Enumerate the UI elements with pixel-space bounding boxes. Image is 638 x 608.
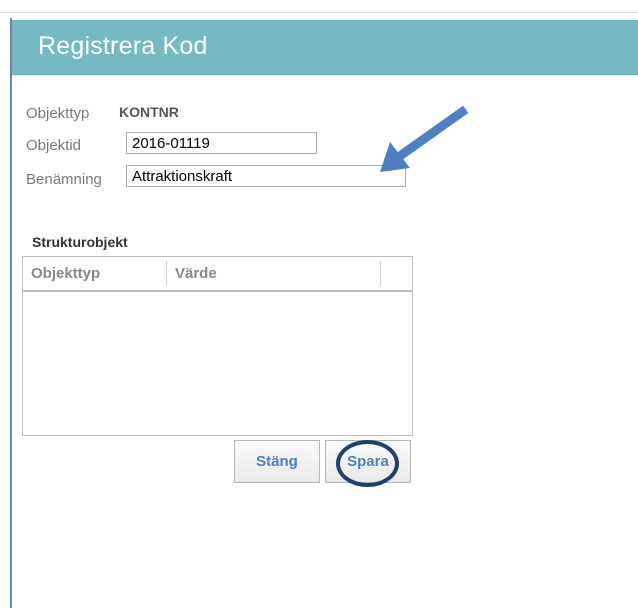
objekttyp-label: Objekttyp (26, 105, 90, 122)
grid-header: Objekttyp Värde (23, 257, 412, 292)
strukturobjekt-grid: Objekttyp Värde (22, 256, 413, 436)
column-header-varde[interactable]: Värde (167, 257, 380, 290)
column-header-objekttyp[interactable]: Objekttyp (23, 257, 166, 290)
objekttyp-value: KONTNR (119, 104, 179, 120)
registrera-kod-dialog: Registrera Kod Objekttyp KONTNR Objektid… (12, 20, 638, 608)
benamning-label: Benämning (26, 171, 102, 188)
close-button[interactable]: Stäng (234, 440, 320, 483)
dialog-title: Registrera Kod (38, 32, 208, 60)
save-button[interactable]: Spara (325, 440, 411, 483)
objektid-label: Objektid (26, 137, 82, 154)
objektid-field[interactable] (126, 132, 317, 154)
strukturobjekt-title: Strukturobjekt (32, 234, 128, 250)
column-separator (380, 261, 381, 286)
benamning-field[interactable] (126, 165, 406, 187)
dialog-titlebar: Registrera Kod (12, 20, 638, 75)
grid-body[interactable] (23, 292, 412, 435)
top-divider (0, 12, 638, 13)
